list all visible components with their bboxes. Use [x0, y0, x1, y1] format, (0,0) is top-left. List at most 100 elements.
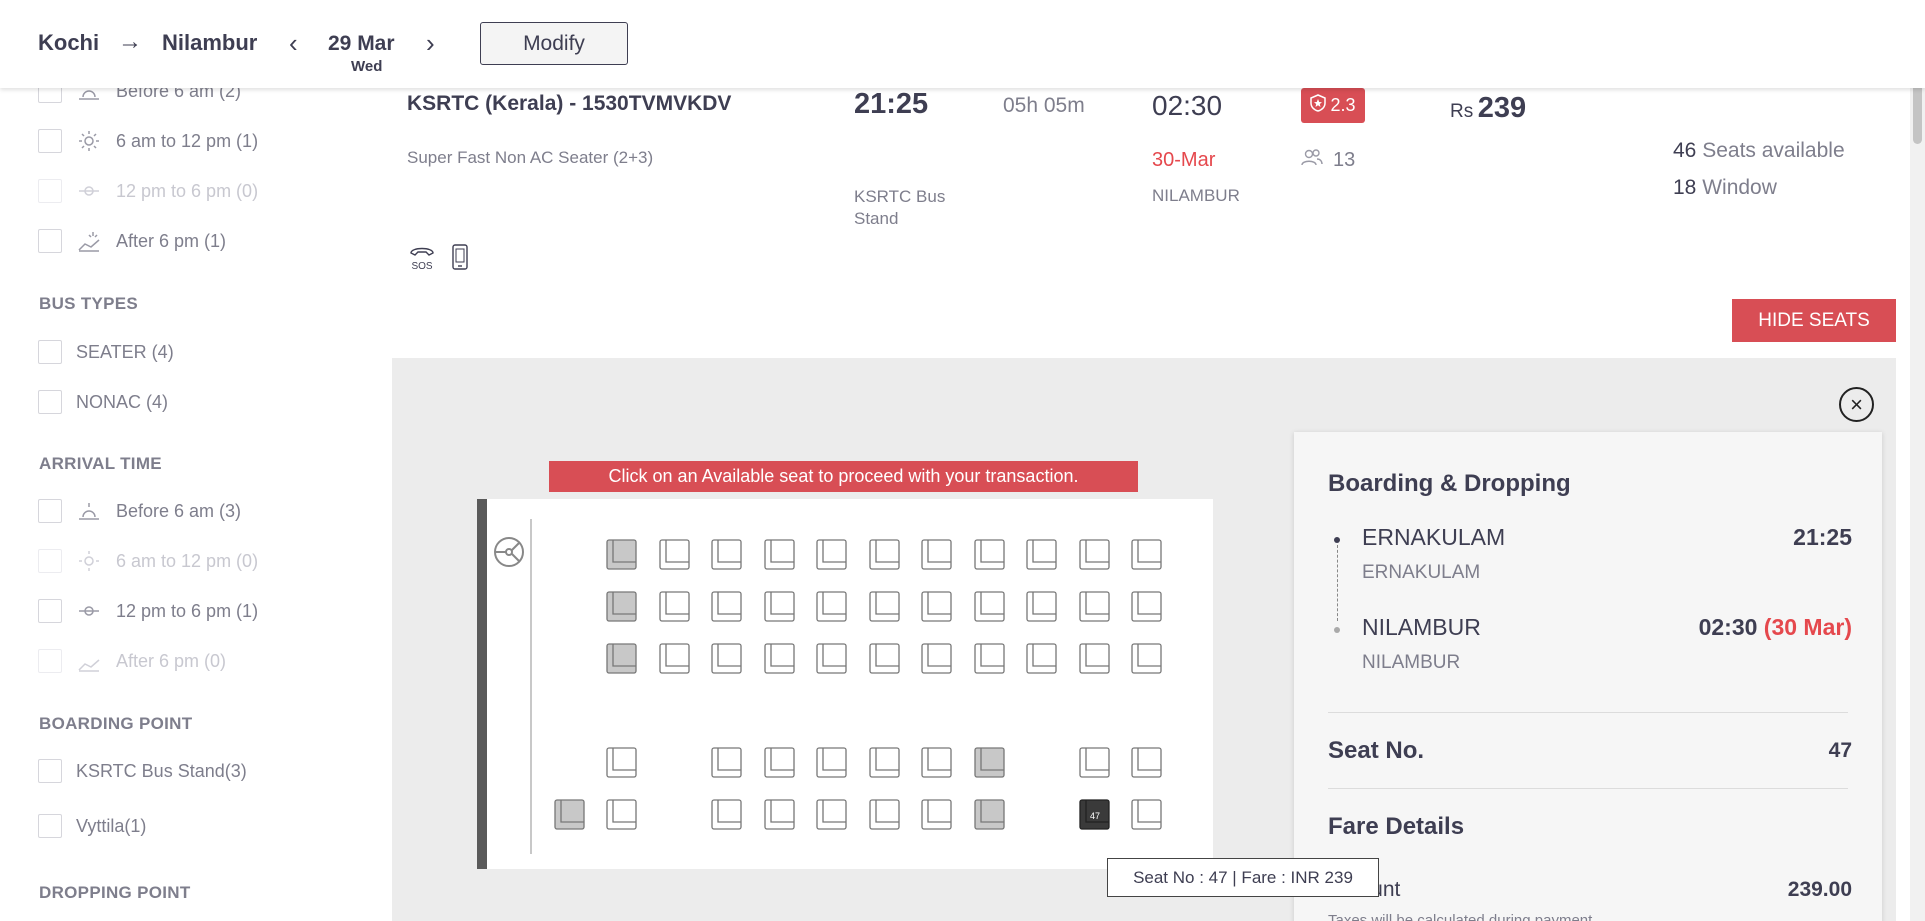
seats-available-label: Seats available [1702, 139, 1845, 162]
seat-selected[interactable]: 47 [1077, 797, 1113, 833]
checkbox[interactable] [38, 814, 62, 838]
filter-departure-12pm-6pm[interactable]: 12 pm to 6 pm (0) [38, 179, 258, 203]
rating-badge[interactable]: 2.3 [1301, 88, 1365, 123]
seat-available[interactable] [867, 745, 903, 781]
fare-details-title: Fare Details [1328, 813, 1465, 840]
seat-available[interactable] [972, 641, 1008, 677]
seat-available[interactable] [919, 537, 955, 573]
seat-available[interactable] [657, 641, 693, 677]
sos-phone-icon[interactable]: SOS [407, 243, 437, 276]
seat-available[interactable] [1129, 797, 1165, 833]
seat-available[interactable] [919, 589, 955, 625]
seat-available[interactable] [1024, 537, 1060, 573]
amenities: SOS [407, 243, 469, 276]
seat-available[interactable] [762, 797, 798, 833]
filter-label: After 6 pm (1) [116, 230, 227, 251]
close-seat-panel-button[interactable]: × [1839, 387, 1874, 422]
boarding-dropping-title: Boarding & Dropping [1328, 470, 1571, 497]
seat-available[interactable] [919, 797, 955, 833]
filter-arrival-12pm-6pm[interactable]: 12 pm to 6 pm (1) [38, 599, 258, 623]
booking-summary-card: Boarding & Dropping ERNAKULAM 21:25 ERNA… [1294, 432, 1882, 921]
right-arrow-icon: → [118, 28, 142, 55]
boarding-point-title: BOARDING POINT [39, 714, 193, 733]
checkbox[interactable] [38, 499, 62, 523]
seat-no-label: Seat No. [1328, 737, 1425, 764]
seat-available[interactable] [919, 641, 955, 677]
checkbox[interactable] [38, 759, 62, 783]
bus-operator-name: KSRTC (Kerala) - 1530TVMVKDV [407, 92, 732, 115]
seat-available[interactable] [1129, 589, 1165, 625]
seat-available[interactable] [1129, 745, 1165, 781]
route-line [1337, 545, 1338, 621]
seat-available[interactable] [814, 641, 850, 677]
seat-available[interactable] [709, 797, 745, 833]
mobile-ticket-icon[interactable] [451, 243, 469, 276]
filter-departure-after-6pm[interactable]: After 6 pm (1) [38, 229, 226, 253]
seat-available[interactable] [1024, 589, 1060, 625]
seat-available[interactable] [814, 589, 850, 625]
seat-available[interactable] [1129, 537, 1165, 573]
seat-available[interactable] [1077, 537, 1113, 573]
checkbox[interactable] [38, 649, 62, 673]
page-scrollbar[interactable] [1910, 0, 1925, 921]
checkbox[interactable] [38, 340, 62, 364]
seat-available[interactable] [919, 745, 955, 781]
seat-available[interactable] [1077, 745, 1113, 781]
seat-available[interactable] [709, 641, 745, 677]
seat-available[interactable] [709, 589, 745, 625]
seat-available[interactable] [1129, 641, 1165, 677]
hide-seats-button[interactable]: HIDE SEATS [1732, 299, 1896, 342]
seat-available[interactable] [762, 537, 798, 573]
seat-available[interactable] [657, 589, 693, 625]
seat-available[interactable] [762, 641, 798, 677]
seat-available[interactable] [972, 537, 1008, 573]
checkbox[interactable] [38, 549, 62, 573]
aisle-divider [530, 519, 532, 854]
filter-bus-type-seater[interactable]: SEATER (4) [38, 340, 174, 364]
checkbox[interactable] [38, 129, 62, 153]
arrival-time-title: ARRIVAL TIME [39, 454, 162, 473]
filter-boarding-vyttila[interactable]: Vyttila(1) [38, 814, 146, 838]
bus-result-card: KSRTC (Kerala) - 1530TVMVKDV Super Fast … [392, 88, 1896, 358]
modify-search-button[interactable]: Modify [480, 22, 628, 65]
seat-available[interactable] [657, 537, 693, 573]
seat-available[interactable] [762, 745, 798, 781]
filter-bus-type-nonac[interactable]: NONAC (4) [38, 390, 168, 414]
seat-available[interactable] [604, 797, 640, 833]
checkbox[interactable] [38, 390, 62, 414]
next-date-chevron-icon[interactable]: › [426, 28, 435, 59]
filter-label: 12 pm to 6 pm (0) [116, 180, 259, 201]
seat-available[interactable] [709, 745, 745, 781]
filter-arrival-before-6am[interactable]: Before 6 am (3) [38, 499, 241, 523]
filter-arrival-6am-12pm[interactable]: 6 am to 12 pm (0) [38, 549, 258, 573]
filter-arrival-after-6pm[interactable]: After 6 pm (0) [38, 649, 226, 673]
seat-available[interactable] [972, 589, 1008, 625]
filter-label: Vyttila(1) [76, 815, 147, 836]
search-summary-bar: Kochi → Nilambur ‹ 29 Mar Wed › Modify [0, 0, 1925, 88]
filter-departure-6am-12pm[interactable]: 6 am to 12 pm (1) [38, 129, 258, 153]
seat-available[interactable] [867, 641, 903, 677]
seat-available[interactable] [762, 589, 798, 625]
filter-label: SEATER (4) [76, 341, 174, 362]
seat-fare-tooltip: Seat No : 47 | Fare : INR 239 [1107, 858, 1379, 897]
reviews-count[interactable]: 13 [1301, 148, 1355, 172]
seat-available[interactable] [709, 537, 745, 573]
seat-available[interactable] [867, 589, 903, 625]
boarding-point-name: ERNAKULAM [1362, 524, 1506, 550]
filter-boarding-ksrtc-bus-stand[interactable]: KSRTC Bus Stand(3) [38, 759, 247, 783]
checkbox[interactable] [38, 229, 62, 253]
seat-available[interactable] [814, 537, 850, 573]
seat-available[interactable] [867, 537, 903, 573]
seat-available[interactable] [1024, 641, 1060, 677]
seat-layout-deck: 47 [477, 499, 1213, 869]
boarding-time: 21:25 [1793, 524, 1852, 550]
seat-available[interactable] [814, 797, 850, 833]
previous-date-chevron-icon[interactable]: ‹ [289, 28, 298, 59]
seat-available[interactable] [604, 745, 640, 781]
checkbox[interactable] [38, 179, 62, 203]
checkbox[interactable] [38, 599, 62, 623]
seat-available[interactable] [867, 797, 903, 833]
seat-available[interactable] [814, 745, 850, 781]
seat-available[interactable] [1077, 641, 1113, 677]
seat-available[interactable] [1077, 589, 1113, 625]
